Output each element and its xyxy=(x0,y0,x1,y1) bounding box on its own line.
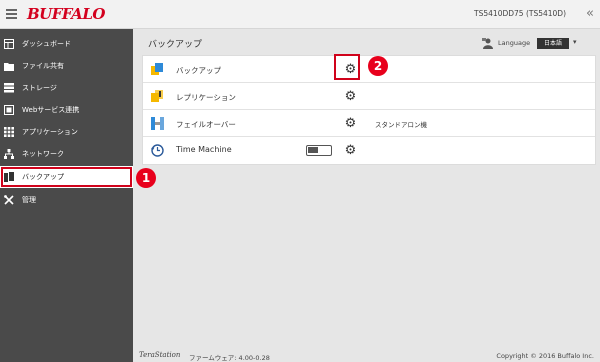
web-service-icon xyxy=(4,105,14,115)
failover-mode-status: スタンドアロン機 xyxy=(375,121,427,129)
highlight-box-gear xyxy=(334,54,360,80)
sidebar-item-label: ストレージ xyxy=(22,84,57,92)
tools-icon xyxy=(4,195,14,205)
top-bar: BUFFALO TS5410DD75 (TS5410D) « xyxy=(0,0,600,29)
chevron-down-icon[interactable]: ▾ xyxy=(573,38,577,46)
sidebar-item-label: Webサービス連携 xyxy=(22,106,80,114)
language-person-icon xyxy=(482,38,494,49)
sidebar-item-storage[interactable]: ストレージ xyxy=(0,77,133,99)
network-icon xyxy=(4,149,14,159)
sidebar-item-applications[interactable]: アプリケーション xyxy=(0,121,133,143)
sidebar-item-label: 管理 xyxy=(22,196,36,204)
sidebar-item-label: ファイル共有 xyxy=(22,62,64,70)
language-select[interactable]: 日本語 xyxy=(537,38,569,49)
backup-app-icon xyxy=(151,63,164,76)
grid-icon xyxy=(4,127,14,137)
sidebar: ダッシュボード ファイル共有 ストレージ Webサービス連携 アプリケーション … xyxy=(0,29,133,362)
storage-icon xyxy=(4,83,14,93)
failover-app-icon xyxy=(151,117,164,130)
folder-icon xyxy=(4,61,14,71)
sidebar-item-label: ダッシュボード xyxy=(22,40,71,48)
annotation-badge-2: 2 xyxy=(368,56,388,76)
list-item-failover: フェイルオーバー ⚙ スタンドアロン機 xyxy=(143,110,595,137)
sidebar-item-dashboard[interactable]: ダッシュボード xyxy=(0,33,133,55)
row-label: フェイルオーバー xyxy=(176,120,236,129)
sidebar-item-network[interactable]: ネットワーク xyxy=(0,143,133,165)
hamburger-menu-icon[interactable] xyxy=(6,9,17,19)
gear-icon[interactable]: ⚙ xyxy=(344,90,357,103)
gear-icon[interactable]: ⚙ xyxy=(344,144,357,157)
footer-firmware: ファームウェア: 4.00-0.28 xyxy=(189,354,270,362)
page-title: バックアップ xyxy=(148,40,203,50)
toggle-knob xyxy=(308,147,318,153)
row-label: Time Machine xyxy=(176,145,232,154)
replication-app-icon xyxy=(151,90,164,103)
buffalo-logo: BUFFALO xyxy=(27,5,105,23)
sidebar-item-backup[interactable]: バックアップ xyxy=(0,166,133,188)
time-machine-toggle[interactable] xyxy=(306,145,332,156)
sidebar-item-file-share[interactable]: ファイル共有 xyxy=(0,55,133,77)
collapse-chevron-icon[interactable]: « xyxy=(586,6,594,21)
main-content: バックアップ Language 日本語 ▾ バックアップ ⚙ レプリケーション … xyxy=(139,29,600,362)
annotation-badge-1: 1 xyxy=(136,168,156,188)
device-model: TS5410DD75 (TS5410D) xyxy=(474,9,566,18)
dashboard-icon xyxy=(4,39,14,49)
language-label: Language xyxy=(498,39,531,47)
list-item-time-machine: Time Machine ⚙ xyxy=(143,137,595,164)
sidebar-item-web-service[interactable]: Webサービス連携 xyxy=(0,99,133,121)
gear-icon[interactable]: ⚙ xyxy=(344,117,357,130)
sidebar-item-label: バックアップ xyxy=(22,173,64,181)
time-machine-icon xyxy=(151,144,164,157)
row-label: レプリケーション xyxy=(176,93,236,102)
row-label: バックアップ xyxy=(176,66,221,75)
sidebar-item-label: アプリケーション xyxy=(22,128,78,136)
list-item-replication: レプリケーション ⚙ xyxy=(143,83,595,110)
sidebar-item-management[interactable]: 管理 xyxy=(0,189,133,211)
footer-copyright: Copyright © 2016 Buffalo Inc. xyxy=(496,352,594,360)
sidebar-item-label: ネットワーク xyxy=(22,150,64,158)
backup-icon xyxy=(4,172,14,182)
footer-brand: TeraStation xyxy=(139,351,181,359)
